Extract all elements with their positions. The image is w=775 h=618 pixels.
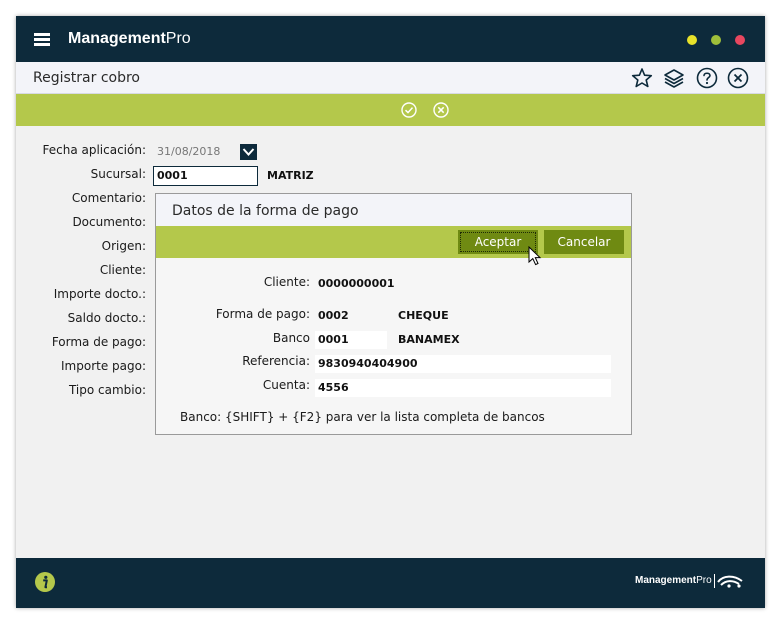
- cancel-icon[interactable]: [433, 102, 449, 118]
- menu-icon[interactable]: [34, 33, 50, 46]
- app-brand: ManagementPro: [68, 30, 191, 47]
- dialog-referencia-label: Referencia:: [242, 354, 310, 368]
- referencia-input[interactable]: 9830940404900: [315, 355, 611, 373]
- check-icon[interactable]: [401, 102, 417, 118]
- dialog-cliente-label: Cliente:: [263, 275, 310, 289]
- importe-pago-label: Importe pago:: [61, 359, 146, 373]
- forma-pago-label: Forma de pago:: [51, 335, 146, 349]
- origen-label: Origen:: [101, 239, 146, 253]
- sucursal-label: Sucursal:: [90, 167, 146, 181]
- importe-docto-label: Importe docto.:: [53, 287, 146, 301]
- fecha-aplicacion-label: Fecha aplicación:: [42, 143, 146, 157]
- payment-method-dialog: Datos de la forma de pago Aceptar Cancel…: [155, 193, 632, 435]
- documento-label: Documento:: [72, 215, 146, 229]
- maximize-button[interactable]: [711, 35, 721, 45]
- cancel-button[interactable]: Cancelar: [544, 230, 624, 254]
- comentario-label: Comentario:: [71, 191, 146, 205]
- brand-logo-icon: [714, 574, 743, 588]
- banco-input[interactable]: 0001: [315, 331, 387, 349]
- dialog-cliente-value: 0000000001: [318, 277, 395, 290]
- layers-icon[interactable]: [663, 67, 685, 89]
- dialog-cuenta-label: Cuenta:: [262, 378, 310, 392]
- date-picker-button[interactable]: [240, 144, 257, 160]
- cuenta-input[interactable]: 4556: [315, 379, 611, 397]
- page-toolbar: Registrar cobro: [16, 62, 765, 94]
- star-icon[interactable]: [631, 67, 653, 89]
- dialog-forma-pago-name: CHEQUE: [398, 309, 449, 322]
- accept-button[interactable]: Aceptar: [458, 230, 538, 254]
- help-icon[interactable]: [696, 67, 718, 89]
- page-title: Registrar cobro: [33, 70, 140, 86]
- saldo-docto-label: Saldo docto.:: [67, 311, 146, 325]
- dialog-banco-label: Banco: [272, 331, 310, 345]
- title-bar: ManagementPro: [16, 16, 765, 62]
- dialog-header: Datos de la forma de pago: [156, 194, 631, 226]
- minimize-button[interactable]: [687, 35, 697, 45]
- cliente-label: Cliente:: [99, 263, 146, 277]
- tipo-cambio-label: Tipo cambio:: [68, 383, 146, 397]
- info-icon[interactable]: [35, 572, 55, 592]
- sucursal-name: MATRIZ: [267, 169, 314, 182]
- dialog-action-bar: Aceptar Cancelar: [156, 226, 631, 258]
- dialog-forma-pago-label: Forma de pago:: [215, 307, 310, 321]
- action-bar: [16, 94, 765, 126]
- footer-brand: ManagementPro: [635, 575, 712, 586]
- chevron-down-icon: [242, 148, 255, 156]
- footer-bar: ManagementPro: [16, 558, 765, 608]
- sucursal-input[interactable]: 0001: [153, 166, 258, 186]
- bank-shortcut-hint: Banco: {SHIFT} + {F2} para ver la lista …: [180, 410, 545, 424]
- dialog-title: Datos de la forma de pago: [172, 203, 359, 219]
- dialog-forma-pago-code: 0002: [318, 309, 349, 322]
- fecha-aplicacion-field[interactable]: 31/08/2018: [153, 143, 241, 161]
- close-icon[interactable]: [727, 67, 749, 89]
- window-close-button[interactable]: [735, 35, 745, 45]
- dialog-banco-name: BANAMEX: [398, 333, 460, 346]
